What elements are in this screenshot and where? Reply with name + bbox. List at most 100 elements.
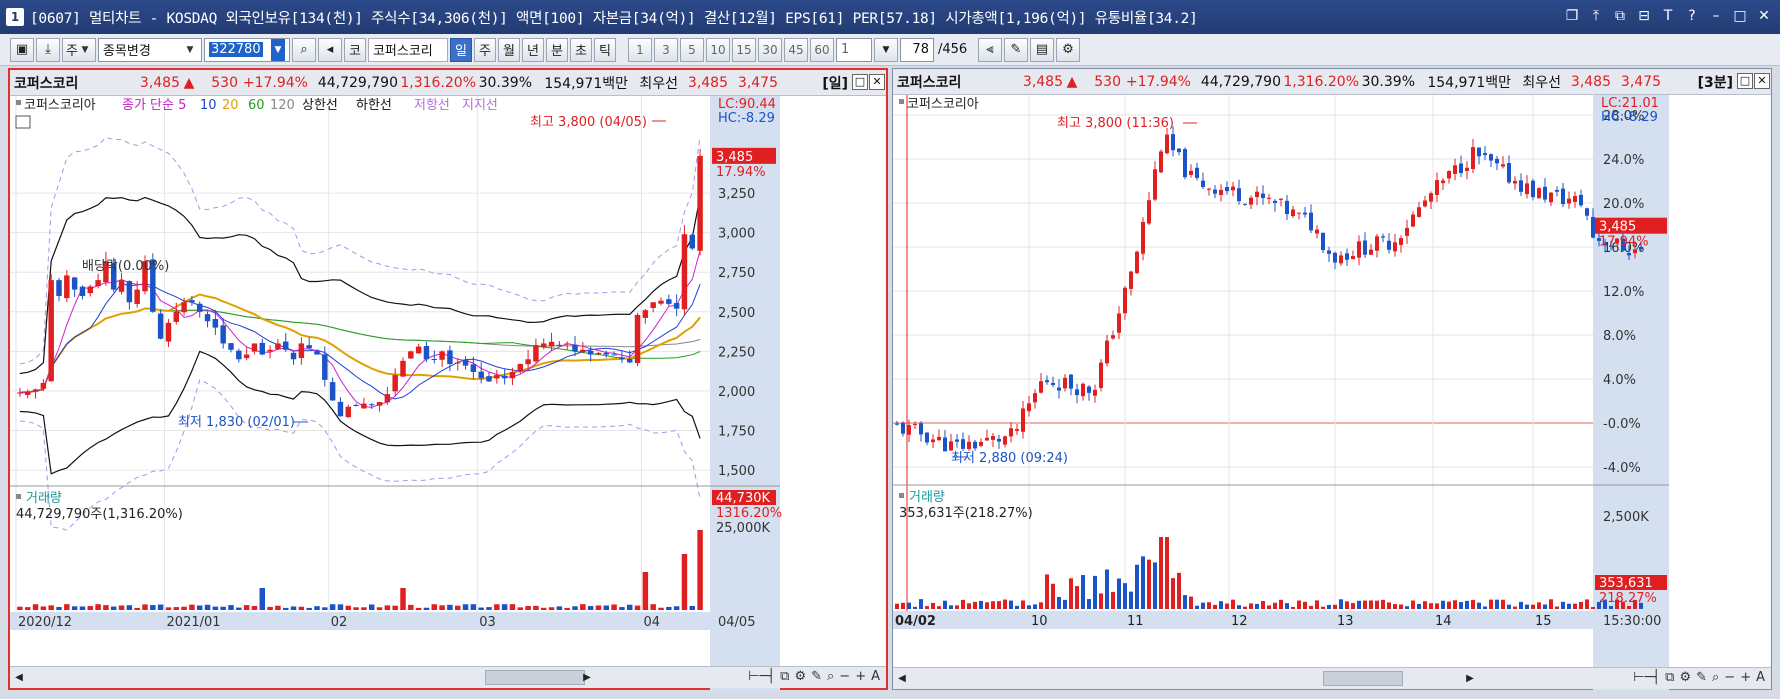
zoom-slider-icon[interactable]: ⊢─┤	[748, 669, 775, 684]
left-chart-panel[interactable]: 코퍼스코리 3,485 ▲ 530 +17.94% 44,729,790 1,3…	[8, 68, 888, 692]
close-button[interactable]: ✕	[1754, 6, 1774, 26]
interval-30-button[interactable]: 30	[757, 37, 782, 62]
period-month-button[interactable]: 월	[497, 37, 520, 62]
stock-change-select[interactable]: 종목변경 ▼	[97, 37, 202, 62]
interval-input[interactable]: 1	[835, 37, 872, 62]
zoom-in-icon[interactable]: +	[1740, 670, 1751, 685]
chart-tools: ⊢─┤ ⧉ ⚙ ✎ ⌕ − + A	[748, 669, 880, 684]
layout-icon[interactable]: ▣	[10, 37, 34, 62]
draw-tools-icon[interactable]: ✎	[1003, 37, 1028, 62]
tile-icon[interactable]: ⧉	[1610, 6, 1630, 26]
search-icon[interactable]: ⌕	[827, 669, 834, 684]
stock-name-field[interactable]: 코퍼스코리	[367, 37, 448, 62]
volume-bar	[1237, 605, 1241, 609]
panel-icon[interactable]: ⊟	[1634, 6, 1654, 26]
pct-tag: 17.94%	[716, 165, 766, 180]
volume-bar	[1111, 591, 1115, 609]
candle-body	[1159, 151, 1163, 173]
scroll-thumb[interactable]	[485, 670, 585, 685]
period-second-button[interactable]: 초	[569, 37, 592, 62]
right-chart-panel[interactable]: 코퍼스코리 3,485 ▲ 530 +17.94% 44,729,790 1,3…	[892, 68, 1772, 691]
maximize-button[interactable]: □	[1730, 6, 1750, 26]
period-day-button[interactable]: 일	[449, 37, 472, 62]
copy-icon[interactable]: ⧉	[1665, 670, 1674, 685]
candle-body	[1201, 180, 1205, 187]
save-icon[interactable]: ▤	[1029, 37, 1054, 62]
candle-body	[509, 371, 516, 379]
candle-body	[1015, 429, 1019, 431]
font-icon[interactable]: T	[1658, 6, 1678, 26]
period-year-button[interactable]: 년	[521, 37, 544, 62]
volume-bar	[400, 588, 406, 610]
period-select[interactable]: 주 ▼	[62, 37, 96, 62]
period-tick-button[interactable]: 틱	[593, 37, 616, 62]
right-chart-canvas[interactable]: 28.0%24.0%20.0%16.0%12.0%8.0%4.0%-0.0%-4…	[893, 95, 1771, 691]
volume-bar	[1267, 605, 1271, 609]
gear-icon[interactable]: ⚙	[1679, 670, 1691, 685]
right-scrollbar[interactable]: ◀ ▶ ⊢─┤ ⧉ ⚙ ✎ ⌕ − + A	[893, 667, 1771, 689]
x-tick-label: 04/02	[895, 614, 936, 629]
copy-icon[interactable]: ⧉	[780, 669, 789, 684]
scroll-left-icon[interactable]: ◀	[895, 671, 909, 686]
volume-bar	[32, 604, 39, 610]
chevron-down-icon[interactable]: ▼	[873, 37, 898, 62]
scroll-right-icon[interactable]: ▶	[580, 670, 594, 685]
zoom-out-icon[interactable]: −	[1724, 670, 1735, 685]
volume-bar	[478, 607, 484, 610]
sound-icon[interactable]: ◂	[317, 37, 342, 62]
scroll-right-icon[interactable]: ▶	[1463, 671, 1477, 686]
candle-body	[1435, 180, 1439, 195]
font-icon[interactable]: A	[1756, 670, 1765, 685]
scroll-left-icon[interactable]: ◀	[12, 670, 26, 685]
left-scrollbar[interactable]: ◀ ▶ ⊢─┤ ⧉ ⚙ ✎ ⌕ − + A	[10, 666, 886, 688]
gear-icon[interactable]: ⚙	[1055, 37, 1080, 62]
zoom-out-icon[interactable]: −	[839, 669, 850, 684]
close-panel-icon[interactable]: ✕	[869, 74, 885, 90]
font-icon[interactable]: A	[871, 669, 880, 684]
volume-bar	[1141, 556, 1145, 609]
interval-45-button[interactable]: 45	[783, 37, 808, 62]
scroll-thumb[interactable]	[1323, 671, 1403, 686]
interval-15-button[interactable]: 15	[731, 37, 756, 62]
legend-support: 지지선	[462, 98, 498, 113]
candle-body	[181, 302, 187, 313]
candle-body	[1255, 191, 1259, 198]
help-icon[interactable]: ?	[1682, 6, 1702, 26]
maximize-panel-icon[interactable]: □	[1737, 73, 1753, 89]
pin-icon[interactable]: ⤒	[1586, 6, 1606, 26]
interval-3-button[interactable]: 3	[653, 37, 678, 62]
candle-body	[118, 280, 125, 292]
close-panel-icon[interactable]: ✕	[1754, 73, 1770, 89]
search-icon[interactable]: ⌕	[1712, 670, 1719, 685]
candle-body	[611, 354, 617, 356]
chart-tools: ⊢─┤ ⧉ ⚙ ✎ ⌕ − + A	[1633, 670, 1765, 685]
period-minute-button[interactable]: 분	[545, 37, 568, 62]
minimize-button[interactable]: –	[1706, 6, 1726, 26]
pen-icon[interactable]: ✎	[811, 669, 822, 684]
interval-60-button[interactable]: 60	[809, 37, 834, 62]
left-chart-canvas[interactable]: 3,250 3,000 2,750 2,500 2,250 2,000 1,750 1,500…	[10, 96, 886, 692]
maximize-panel-icon[interactable]: □	[852, 74, 868, 90]
search-icon[interactable]: ⌕	[291, 37, 316, 62]
ask-price: 3,485	[687, 74, 728, 91]
candle-body	[1477, 147, 1481, 157]
turnover: 30.39%	[478, 74, 532, 91]
stock-short-button[interactable]: 코	[343, 37, 366, 62]
restore-layout-icon[interactable]: ❐	[1562, 6, 1582, 26]
interval-10-button[interactable]: 10	[705, 37, 730, 62]
zoom-in-icon[interactable]: +	[855, 669, 866, 684]
interval-5-button[interactable]: 5	[679, 37, 704, 62]
interval-1-button[interactable]: 1	[627, 37, 652, 62]
volume-bar	[447, 604, 453, 610]
download-icon[interactable]: ⤓	[36, 37, 60, 62]
gear-icon[interactable]: ⚙	[794, 669, 806, 684]
code-input[interactable]: 322780 ▼	[203, 37, 290, 62]
candle-body	[650, 302, 656, 308]
indicator-icon[interactable]: ⫷	[977, 37, 1002, 62]
pen-icon[interactable]: ✎	[1696, 670, 1707, 685]
page-input[interactable]: 78	[899, 37, 934, 62]
candle-body	[134, 289, 140, 304]
period-week-button[interactable]: 주	[473, 37, 496, 62]
zoom-slider-icon[interactable]: ⊢─┤	[1633, 670, 1660, 685]
volume-bar	[658, 607, 664, 610]
